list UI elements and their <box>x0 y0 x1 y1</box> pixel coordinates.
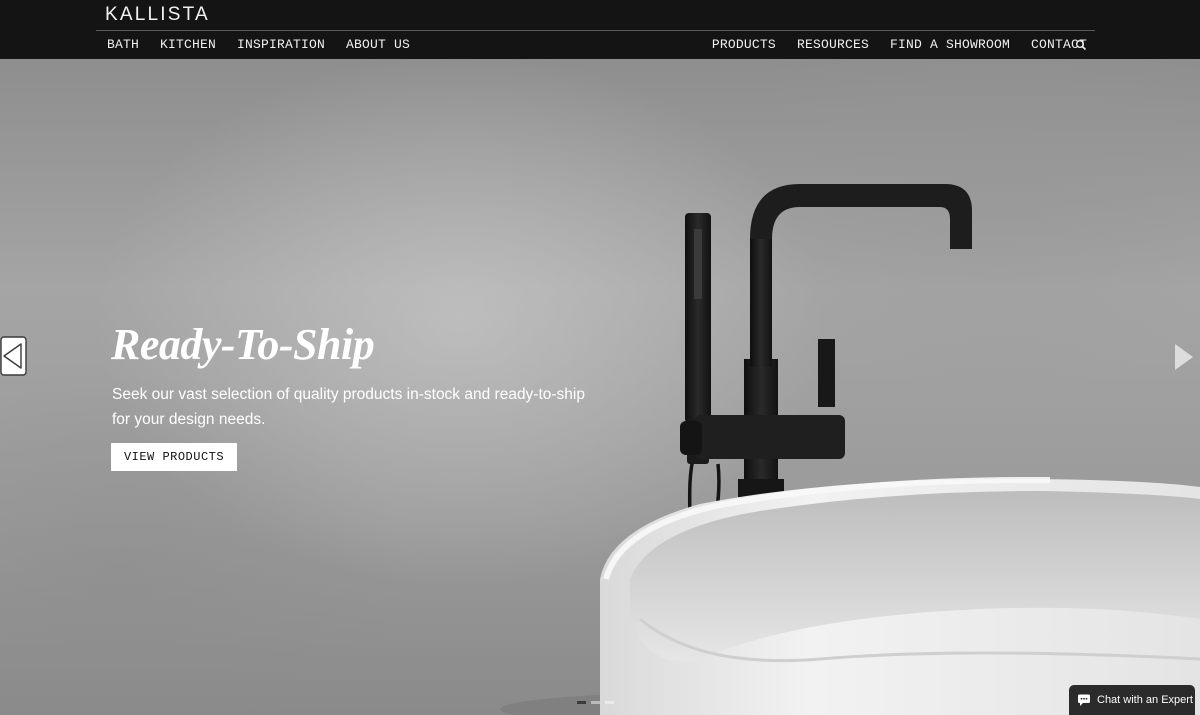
arrow-left-icon[interactable] <box>0 336 27 376</box>
utility-nav: PRODUCTS RESOURCES FIND A SHOWROOM CONTA… <box>712 36 1087 54</box>
chat-with-expert-button[interactable]: Chat with an Expert <box>1069 685 1195 715</box>
nav-products[interactable]: PRODUCTS <box>712 36 776 54</box>
nav-find-a-showroom[interactable]: FIND A SHOWROOM <box>890 36 1010 54</box>
arrow-right-icon[interactable] <box>1172 342 1196 372</box>
nav-kitchen[interactable]: KITCHEN <box>160 36 216 54</box>
nav-resources[interactable]: RESOURCES <box>797 36 869 54</box>
chat-bubble-icon <box>1078 694 1090 706</box>
site-header: KALLISTA BATH KITCHEN INSPIRATION ABOUT … <box>0 0 1200 59</box>
carousel-indicators <box>577 701 614 704</box>
primary-nav: BATH KITCHEN INSPIRATION ABOUT US <box>107 36 410 54</box>
search-icon[interactable] <box>1075 39 1087 51</box>
header-divider <box>96 30 1095 31</box>
chat-label: Chat with an Expert <box>1097 694 1193 706</box>
hero-description: Seek our vast selection of quality produ… <box>112 386 585 428</box>
carousel-dot-1[interactable] <box>577 701 586 704</box>
carousel-dot-3[interactable] <box>605 701 614 704</box>
view-products-button[interactable]: VIEW PRODUCTS <box>111 443 237 471</box>
nav-about-us[interactable]: ABOUT US <box>346 36 410 54</box>
carousel-dot-2[interactable] <box>591 701 600 704</box>
hero-carousel: Ready-To-Ship Seek our vast selection of… <box>0 59 1200 715</box>
hero-title: Ready-To-Ship <box>111 320 375 369</box>
nav-bath[interactable]: BATH <box>107 36 139 54</box>
kallista-logo[interactable]: KALLISTA <box>105 4 210 26</box>
nav-inspiration[interactable]: INSPIRATION <box>237 36 325 54</box>
